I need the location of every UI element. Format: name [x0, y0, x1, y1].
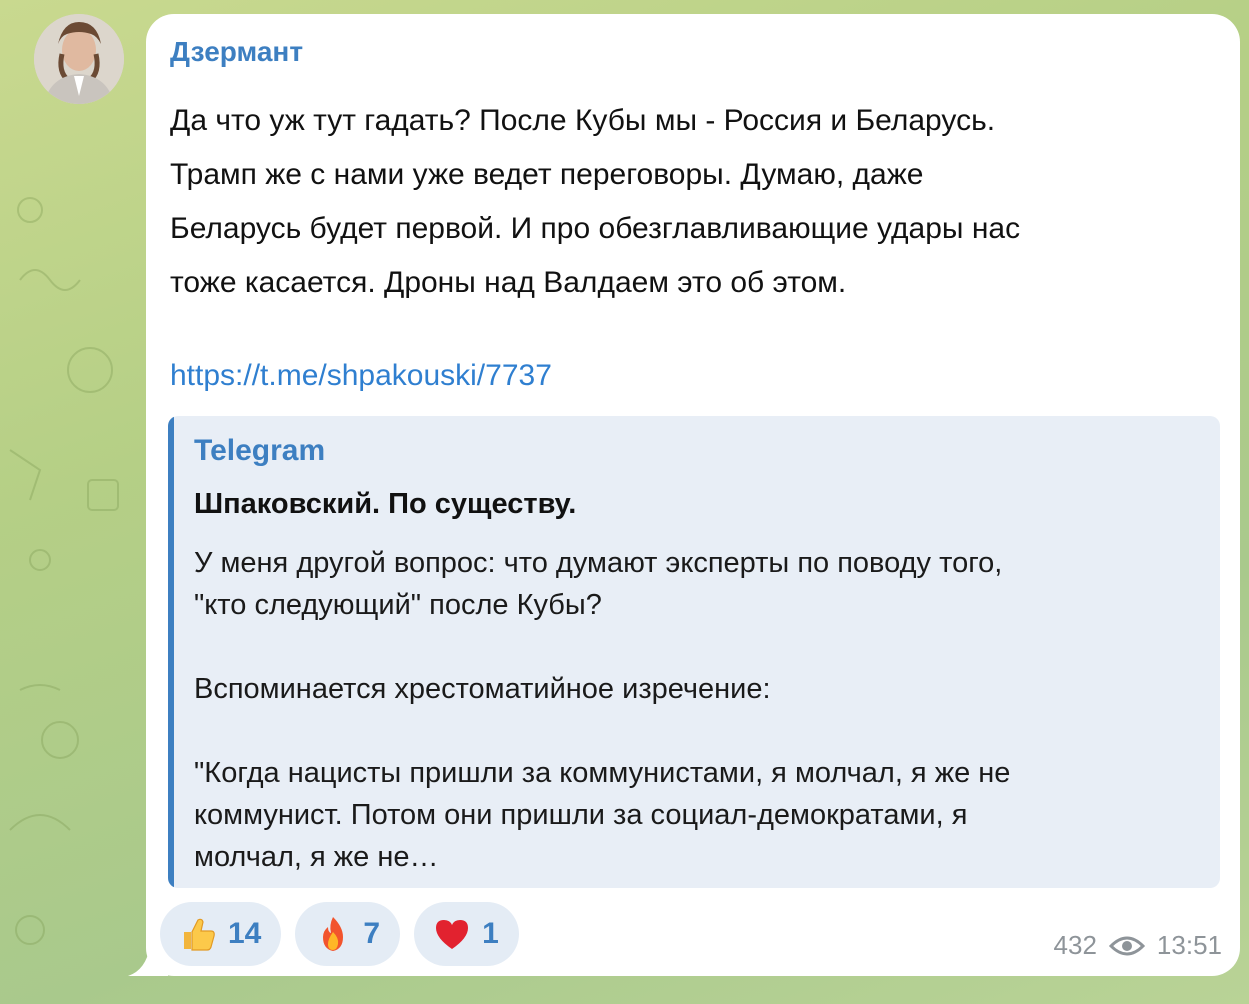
- reaction-thumbs-up[interactable]: 14: [160, 902, 282, 966]
- thumbs-up-icon: [184, 918, 215, 951]
- message-time: 13:51: [1156, 930, 1222, 960]
- eye-icon: [1108, 936, 1145, 955]
- preview-description: У меня другой вопрос: что думают эксперт…: [194, 547, 1011, 873]
- message-line: тоже касается. Дроны над Валдаем это об …: [170, 266, 847, 299]
- reaction-heart[interactable]: 1: [414, 902, 519, 966]
- sender-avatar[interactable]: [34, 14, 124, 104]
- reaction-count: 14: [228, 917, 262, 950]
- reactions-bar: 14 7 1: [160, 902, 519, 966]
- message-bubble[interactable]: Дзермант Да что уж тут гадать? После Куб…: [146, 14, 1240, 976]
- reaction-count: 7: [363, 917, 381, 950]
- message-line: Да что уж тут гадать? После Кубы мы - Ро…: [170, 104, 996, 137]
- avatar-photo-icon: [34, 14, 124, 104]
- red-heart-icon: [436, 920, 469, 949]
- message-link[interactable]: https://t.me/shpakouski/7737: [170, 359, 552, 393]
- message-text: Да что уж тут гадать? После Кубы мы - Ро…: [170, 94, 1220, 310]
- message-meta: 432 13:51: [1054, 930, 1222, 961]
- view-count: 432: [1053, 930, 1097, 960]
- preview-title: Шпаковский. По существу.: [194, 488, 577, 520]
- chat-background-pattern: [9, 197, 119, 945]
- fire-icon: [323, 917, 344, 951]
- sender-name[interactable]: Дзермант: [170, 36, 303, 68]
- link-preview[interactable]: Telegram Шпаковский. По существу. У меня…: [168, 416, 1220, 888]
- message-line: Трамп же с нами уже ведет переговоры. Ду…: [170, 158, 924, 191]
- reaction-count: 1: [482, 917, 499, 950]
- preview-accent-bar: [168, 416, 174, 888]
- reaction-fire[interactable]: 7: [295, 902, 401, 966]
- preview-site-name: Telegram: [194, 434, 326, 467]
- message-line: Беларусь будет первой. И про обезглавлив…: [170, 212, 1021, 245]
